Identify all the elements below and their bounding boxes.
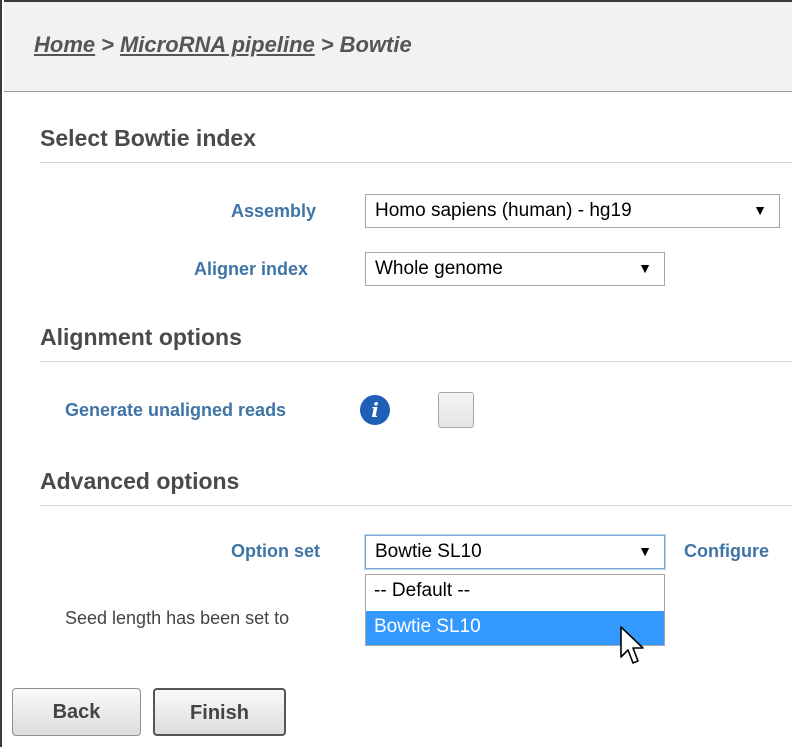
assembly-select-value: Homo sapiens (human) - hg19 xyxy=(375,200,632,221)
section-divider xyxy=(40,361,792,362)
section-divider xyxy=(40,162,792,163)
unaligned-reads-label: Generate unaligned reads xyxy=(65,400,287,420)
aligner-index-select-value: Whole genome xyxy=(375,258,503,279)
seed-length-help-text: Seed length has been set to xyxy=(65,608,290,628)
breadcrumb-separator: > xyxy=(320,32,334,57)
dropdown-option-default[interactable]: -- Default -- xyxy=(366,575,664,609)
breadcrumb: Home > MicroRNA pipeline > Bowtie xyxy=(34,32,412,58)
caret-down-icon: ▼ xyxy=(638,543,652,559)
assembly-label: Assembly xyxy=(231,201,317,221)
finish-button[interactable]: Finish xyxy=(153,688,286,736)
section-title-index: Select Bowtie index xyxy=(40,125,257,151)
option-set-select-value: Bowtie SL10 xyxy=(375,541,482,562)
section-title-alignment: Alignment options xyxy=(40,324,242,350)
unaligned-reads-checkbox[interactable] xyxy=(438,392,474,428)
caret-down-icon: ▼ xyxy=(753,202,767,218)
breadcrumb-home-link[interactable]: Home xyxy=(34,32,95,57)
breadcrumb-microrna-link[interactable]: MicroRNA pipeline xyxy=(120,32,315,57)
breadcrumb-current: Bowtie xyxy=(339,32,412,57)
aligner-index-label: Aligner index xyxy=(194,259,309,279)
breadcrumb-bar: Home > MicroRNA pipeline > Bowtie xyxy=(4,0,792,92)
caret-down-icon: ▼ xyxy=(638,260,652,276)
back-button[interactable]: Back xyxy=(12,688,141,736)
configure-link[interactable]: Configure xyxy=(684,541,769,562)
section-divider xyxy=(40,505,792,506)
mouse-pointer-icon xyxy=(620,626,644,664)
option-set-select[interactable]: Bowtie SL10 ▼ xyxy=(365,535,665,569)
info-icon[interactable]: i xyxy=(360,395,390,425)
option-set-label: Option set xyxy=(231,541,320,561)
breadcrumb-separator: > xyxy=(101,32,114,57)
wizard-frame: Home > MicroRNA pipeline > Bowtie Select Bow… xyxy=(0,0,792,747)
assembly-select[interactable]: Homo sapiens (human) - hg19 ▼ xyxy=(365,194,780,228)
section-title-advanced: Advanced options xyxy=(40,468,240,494)
aligner-index-select[interactable]: Whole genome ▼ xyxy=(365,252,665,286)
